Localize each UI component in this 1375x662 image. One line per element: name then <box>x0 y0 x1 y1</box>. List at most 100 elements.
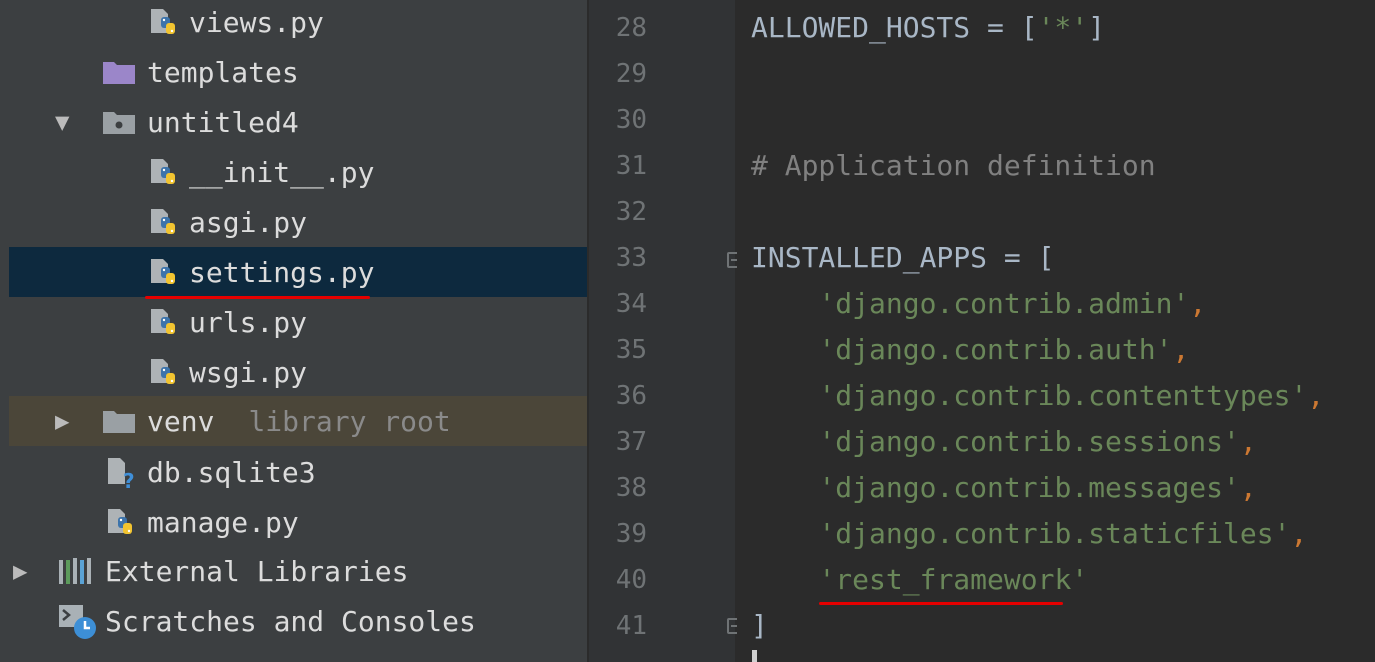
tree-item-external-libraries[interactable]: ▶ External Libraries <box>9 546 587 596</box>
tree-item-label: urls.py <box>189 305 308 339</box>
tree-item-label: __init__.py <box>189 155 375 189</box>
editor-gutter: 28 29 30 31 32 33 34 35 36 37 38 39 40 4… <box>589 0 741 662</box>
tree-item-label: wsgi.py <box>189 355 308 389</box>
tree-item-label: venv <box>147 404 215 438</box>
code-line: 'django.contrib.contenttypes', <box>751 373 1324 419</box>
tree-item-label: External Libraries <box>105 554 409 588</box>
code-editor[interactable]: ALLOWED_HOSTS = ['*'] # Application defi… <box>737 0 1375 662</box>
code-line: INSTALLED_APPS = [ <box>751 235 1054 281</box>
line-number: 37 <box>615 427 647 457</box>
tree-item-db-sqlite3[interactable]: ? db.sqlite3 <box>9 447 587 497</box>
tree-item-scratches-and-consoles[interactable]: Scratches and Consoles <box>9 596 587 646</box>
tree-item-templates[interactable]: templates <box>9 47 587 97</box>
code-line: 'rest_framework' <box>751 557 1088 603</box>
code-string: 'django.contrib.contenttypes' <box>818 379 1308 412</box>
line-number: 31 <box>615 151 647 181</box>
code-comma: , <box>1239 425 1257 458</box>
line-number: 30 <box>615 105 647 135</box>
tree-item-settings-py[interactable]: settings.py <box>9 247 587 297</box>
unknown-file-icon: ? <box>108 458 135 490</box>
python-file-icon <box>151 309 175 334</box>
text-caret <box>752 650 757 662</box>
line-number: 36 <box>615 381 647 411</box>
code-line: ] <box>751 603 768 649</box>
code-comma: , <box>1307 379 1325 412</box>
code-comma: , <box>1239 471 1257 504</box>
code-string: 'django.contrib.staticfiles' <box>818 517 1291 550</box>
python-file-icon <box>151 359 175 384</box>
code-comma: , <box>1172 333 1190 366</box>
code-token: ] <box>1088 11 1106 44</box>
svg-text:?: ? <box>123 469 135 490</box>
line-number: 40 <box>615 565 647 595</box>
code-token: INSTALLED_APPS = [ <box>751 241 1055 274</box>
scratches-consoles-icon <box>59 605 96 639</box>
line-number: 28 <box>615 13 647 43</box>
tree-item-label: views.py <box>189 5 324 39</box>
tree-item-untitled4[interactable]: ▼ untitled4 <box>9 97 587 147</box>
project-tree: views.py templates ▼ untitled4 __init__.… <box>0 0 587 662</box>
python-file-icon <box>151 159 175 184</box>
tree-item-label: db.sqlite3 <box>147 455 316 489</box>
code-token: ] <box>751 609 768 642</box>
tree-item-wsgi-py[interactable]: wsgi.py <box>9 347 587 397</box>
expand-arrow-icon[interactable]: ▼ <box>55 110 69 134</box>
tree-item-manage-py[interactable]: manage.py <box>9 497 587 547</box>
folder-icon <box>103 62 135 84</box>
code-line: 'django.contrib.staticfiles', <box>751 511 1307 557</box>
code-token: ALLOWED_HOSTS = [ <box>751 11 1038 44</box>
line-number: 38 <box>615 473 647 503</box>
libraries-icon <box>59 558 91 584</box>
folder-icon <box>103 411 135 433</box>
library-root-hint: library root <box>248 404 451 438</box>
tree-item-init-py[interactable]: __init__.py <box>9 147 587 197</box>
code-string: 'rest_framework' <box>818 563 1089 596</box>
python-file-icon <box>151 9 175 34</box>
python-file-icon <box>151 209 175 234</box>
line-number: 32 <box>615 197 647 227</box>
tree-item-views-py[interactable]: views.py <box>9 0 587 47</box>
tree-item-urls-py[interactable]: urls.py <box>9 297 587 347</box>
code-string: 'django.contrib.messages' <box>818 471 1240 504</box>
code-string: 'django.contrib.admin' <box>818 287 1190 320</box>
tree-item-label: manage.py <box>147 505 299 539</box>
code-line: 'django.contrib.auth', <box>751 327 1189 373</box>
collapse-arrow-icon[interactable]: ▶ <box>55 409 69 433</box>
code-string: 'django.contrib.sessions' <box>818 425 1240 458</box>
tree-item-venv[interactable]: ▶ venv library root <box>9 396 587 446</box>
code-comma: , <box>1189 287 1207 320</box>
tree-item-label: untitled4 <box>147 105 299 139</box>
line-number: 33 <box>615 243 647 273</box>
code-line: 'django.contrib.sessions', <box>751 419 1257 465</box>
line-number: 34 <box>615 289 647 319</box>
collapse-arrow-icon[interactable]: ▶ <box>13 559 27 583</box>
python-file-icon <box>151 259 175 284</box>
tree-item-label: templates <box>147 55 299 89</box>
code-line: 'django.contrib.admin', <box>751 281 1206 327</box>
tree-item-asgi-py[interactable]: asgi.py <box>9 197 587 247</box>
package-folder-icon <box>103 112 135 134</box>
code-comment: # Application definition <box>751 149 1156 182</box>
code-line: ALLOWED_HOSTS = ['*'] <box>751 5 1105 51</box>
tree-item-label: Scratches and Consoles <box>105 604 476 638</box>
tree-item-label: asgi.py <box>189 205 308 239</box>
python-file-icon <box>108 509 132 534</box>
code-line: # Application definition <box>751 143 1156 189</box>
line-number: 35 <box>615 335 647 365</box>
line-number: 41 <box>615 611 647 641</box>
line-number: 39 <box>615 519 647 549</box>
red-underline-annotation <box>819 602 1063 605</box>
code-string: '*' <box>1037 11 1089 44</box>
tree-item-label: settings.py <box>189 255 375 289</box>
code-string: 'django.contrib.auth' <box>818 333 1173 366</box>
line-number: 29 <box>615 59 647 89</box>
code-comma: , <box>1290 517 1308 550</box>
code-line: 'django.contrib.messages', <box>751 465 1257 511</box>
